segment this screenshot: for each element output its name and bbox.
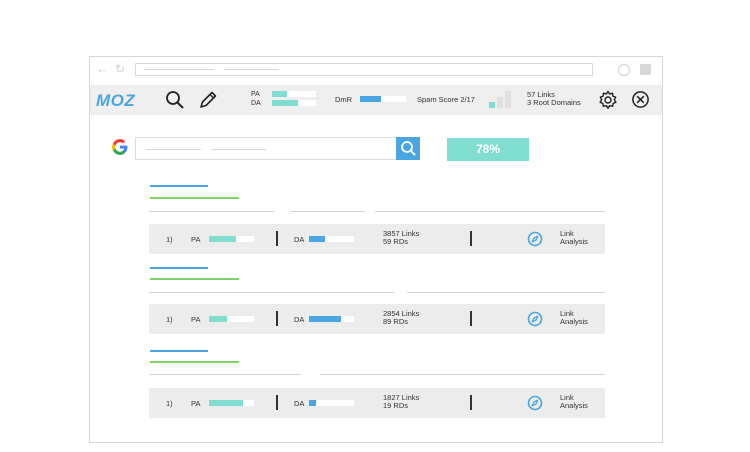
- compass-icon[interactable]: [527, 231, 543, 247]
- separator: [276, 311, 278, 326]
- result-snippet-line: [149, 211, 274, 212]
- spam-bar: [497, 97, 503, 108]
- result-url-line: [150, 197, 239, 199]
- result-url-line: [150, 278, 239, 280]
- result-da-bar-fill: [309, 400, 316, 406]
- search-input[interactable]: [135, 137, 397, 160]
- result-da-label: DA: [294, 315, 305, 324]
- separator: [470, 311, 472, 326]
- compass-icon[interactable]: [527, 395, 543, 411]
- toolbar-da-label: DA: [251, 100, 261, 107]
- toolbar-dmr-bar: [360, 96, 406, 102]
- result-pa-bar-fill: [209, 400, 243, 406]
- result-pa-label: PA: [191, 315, 201, 324]
- separator: [276, 395, 278, 410]
- result-pa-label: PA: [191, 235, 201, 244]
- toolbar-pa-bar: [272, 91, 316, 97]
- link-analysis-link[interactable]: Analysis: [560, 401, 588, 410]
- search-button[interactable]: [396, 137, 420, 160]
- result-snippet-line: [320, 374, 605, 375]
- result-rds-count: 59 RDs: [383, 237, 409, 246]
- result-da-bar: [309, 236, 354, 242]
- result-da-bar: [309, 400, 354, 406]
- window-circle-icon[interactable]: [618, 64, 630, 76]
- gear-icon[interactable]: [598, 90, 618, 110]
- toolbar-root-domains: 3 Root Domains: [527, 98, 581, 107]
- toolbar-dmr-bar-fill: [360, 96, 381, 102]
- back-arrow-icon[interactable]: ←: [96, 62, 109, 76]
- result-title-line[interactable]: [150, 267, 208, 269]
- compass-icon[interactable]: [527, 311, 543, 327]
- separator: [470, 395, 472, 410]
- toolbar-pa-bar-fill: [272, 91, 288, 97]
- result-da-label: DA: [294, 399, 305, 408]
- mozbar-toolbar: MOZ PA DA DmR Spam Score 2/17 57 Links 3: [90, 85, 662, 115]
- browser-window: ← ↻ MOZ PA DA DmR Spam Score 2/17 57 Lin…: [89, 56, 663, 443]
- toolbar-da-bar: [272, 100, 316, 106]
- search-icon[interactable]: [165, 90, 185, 110]
- browser-chrome: ← ↻: [90, 57, 662, 85]
- result-snippet-line: [290, 211, 365, 212]
- result-mozbar: 1) PA DA 1827 Links 19 RDs Link Analysis: [149, 388, 605, 418]
- result-url-line: [150, 361, 239, 363]
- result-mozbar: 1) PA DA 2854 Links 89 RDs Link Analysis: [149, 304, 605, 334]
- url-placeholder-line: [144, 69, 214, 70]
- result-pa-label: PA: [191, 399, 201, 408]
- window-square-icon[interactable]: [640, 64, 651, 75]
- spam-bar: [489, 102, 495, 108]
- spam-score-bars: [489, 90, 519, 108]
- result-pa-bar: [209, 316, 254, 322]
- url-placeholder-line: [224, 69, 279, 70]
- google-icon: [112, 139, 128, 155]
- result-pa-bar: [209, 400, 254, 406]
- moz-logo: MOZ: [96, 91, 136, 110]
- result-da-bar: [309, 316, 354, 322]
- close-icon[interactable]: [631, 90, 650, 109]
- spam-score-label: Spam Score 2/17: [417, 95, 475, 104]
- pencil-icon[interactable]: [198, 90, 218, 110]
- result-snippet-line: [375, 211, 605, 212]
- toolbar-dmr-label: DmR: [335, 95, 353, 104]
- separator: [470, 231, 472, 246]
- address-bar[interactable]: [135, 63, 593, 76]
- link-analysis-link[interactable]: Analysis: [560, 237, 588, 246]
- search-icon: [401, 141, 416, 156]
- search-placeholder-line: [146, 149, 201, 150]
- percent-badge: 78%: [447, 138, 529, 161]
- result-da-bar-fill: [309, 236, 325, 242]
- refresh-icon[interactable]: ↻: [115, 62, 125, 76]
- result-snippet-line: [149, 292, 394, 293]
- result-rank: 1): [166, 315, 173, 324]
- result-snippet-line: [407, 292, 605, 293]
- toolbar-da-bar-fill: [272, 100, 299, 106]
- result-pa-bar-fill: [209, 316, 227, 322]
- result-rds-count: 89 RDs: [383, 317, 409, 326]
- toolbar-pa-label: PA: [251, 91, 260, 98]
- result-rank: 1): [166, 399, 173, 408]
- result-pa-bar-fill: [209, 236, 236, 242]
- result-da-label: DA: [294, 235, 305, 244]
- link-analysis-link[interactable]: Analysis: [560, 317, 588, 326]
- separator: [276, 231, 278, 246]
- result-pa-bar: [209, 236, 254, 242]
- spam-bar: [505, 91, 511, 108]
- result-title-line[interactable]: [150, 185, 208, 187]
- result-title-line[interactable]: [150, 350, 208, 352]
- result-mozbar: 1) PA DA 3857 Links 59 RDs Link Analysis: [149, 224, 605, 254]
- result-snippet-line: [149, 374, 301, 375]
- search-placeholder-line: [211, 149, 266, 150]
- result-rank: 1): [166, 235, 173, 244]
- result-da-bar-fill: [309, 316, 341, 322]
- result-rds-count: 19 RDs: [383, 401, 409, 410]
